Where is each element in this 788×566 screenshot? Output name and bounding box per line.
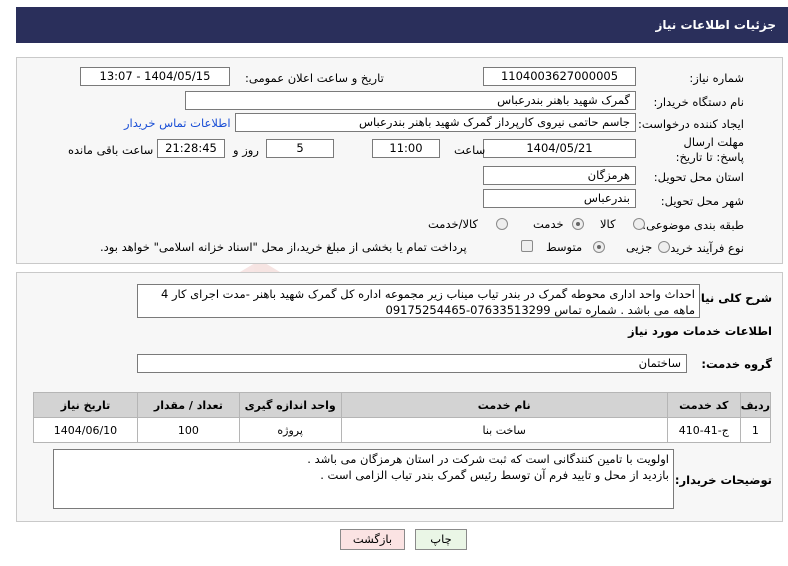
col-row-number: ردیف [739, 392, 772, 418]
cell-need-date: 1404/06/10 [33, 417, 138, 443]
cell-row-number: 1 [739, 417, 772, 443]
deadline-date-field[interactable]: 1404/05/21 [483, 139, 636, 158]
page-header: جزئیات اطلاعات نیاز [16, 7, 788, 43]
process-medium-label: متوسط [546, 240, 583, 254]
buyer-notes-label: توضیحات خریدار: [674, 473, 772, 487]
announce-datetime-label: تاریخ و ساعت اعلان عمومی: [245, 71, 384, 85]
province-label: استان محل تحویل: [653, 170, 744, 184]
deadline-time-field[interactable]: 11:00 [372, 139, 440, 158]
category-service-label: خدمت [533, 217, 564, 231]
summary-textarea[interactable]: احداث واحد اداری محوطه گمرک در بندر تیاب… [137, 284, 700, 318]
buyer-org-label: نام دستگاه خریدار: [653, 95, 744, 109]
category-service-radio[interactable] [572, 218, 584, 230]
col-unit: واحد اندازه گیری [238, 392, 342, 418]
category-goods-service-radio[interactable] [496, 218, 508, 230]
service-group-label: گروه خدمت: [701, 357, 772, 371]
cell-quantity: 100 [136, 417, 240, 443]
remaining-time-field[interactable]: 21:28:45 [157, 139, 225, 158]
city-field[interactable]: بندرعباس [483, 189, 636, 208]
category-goods-service-label: کالا/خدمت [428, 217, 479, 231]
process-medium-radio[interactable] [593, 241, 605, 253]
col-need-date: تاریخ نیاز [33, 392, 138, 418]
col-quantity: تعداد / مقدار [136, 392, 240, 418]
category-goods-radio[interactable] [633, 218, 645, 230]
table-header-row: ردیف کد خدمت نام خدمت واحد اندازه گیری ت… [33, 392, 772, 418]
deadline-label: مهلت ارسال پاسخ: تا تاریخ: [675, 135, 744, 164]
services-section-title: اطلاعات خدمات مورد نیاز [628, 324, 772, 338]
requester-field[interactable]: جاسم حاتمی نیروی کارپرداز گمرک شهید باهن… [235, 113, 636, 132]
service-group-field[interactable]: ساختمان [137, 354, 687, 373]
buyer-org-field[interactable]: گمرک شهید باهنر بندرعباس [185, 91, 636, 110]
need-number-field[interactable]: 1104003627000005 [483, 67, 636, 86]
page-title: جزئیات اطلاعات نیاز [655, 18, 776, 32]
buyer-notes-line-2: بازدید از محل و تایید فرم آن توسط رئیس گ… [320, 468, 669, 482]
process-type-label: نوع فرآیند خرید : [662, 241, 744, 255]
treasury-payment-checkbox[interactable] [521, 240, 533, 252]
deadline-time-label: ساعت [454, 143, 486, 157]
need-number-label: شماره نیاز: [689, 71, 744, 85]
province-field[interactable]: هرمزگان [483, 166, 636, 185]
process-minor-label: جزیی [626, 240, 653, 254]
col-service-name: نام خدمت [340, 392, 668, 418]
cell-unit: پروژه [238, 417, 342, 443]
buyer-notes-textarea[interactable]: اولویت با تامین کنندگانی است که ثبت شرکت… [53, 449, 674, 509]
category-label: طبقه بندی موضوعی: [642, 218, 744, 232]
cell-service-code: ج-41-410 [666, 417, 741, 443]
col-service-code: کد خدمت [666, 392, 741, 418]
table-row[interactable]: 1 ج-41-410 ساخت بنا پروژه 100 1404/06/10 [33, 417, 772, 443]
remaining-label: ساعت باقی مانده [68, 143, 154, 157]
requester-label: ایجاد کننده درخواست: [638, 117, 744, 131]
city-label: شهر محل تحویل: [660, 194, 744, 208]
buyer-notes-line-1: اولویت با تامین کنندگانی است که ثبت شرکت… [307, 452, 669, 466]
treasury-payment-note: پرداخت تمام یا بخشی از مبلغ خرید،از محل … [100, 240, 467, 254]
category-goods-label: کالا [600, 217, 616, 231]
buyer-contact-link[interactable]: اطلاعات تماس خریدار [124, 116, 231, 130]
cell-service-name: ساخت بنا [340, 417, 668, 443]
services-table: ردیف کد خدمت نام خدمت واحد اندازه گیری ت… [33, 392, 772, 443]
remaining-days-field[interactable]: 5 [266, 139, 334, 158]
announce-datetime-field[interactable]: 1404/05/15 - 13:07 [80, 67, 230, 86]
back-button[interactable]: بازگشت [340, 529, 405, 550]
summary-label: شرح کلی نیاز: [689, 291, 772, 305]
days-label: روز و [233, 143, 259, 157]
print-button[interactable]: چاپ [415, 529, 467, 550]
process-minor-radio[interactable] [658, 241, 670, 253]
